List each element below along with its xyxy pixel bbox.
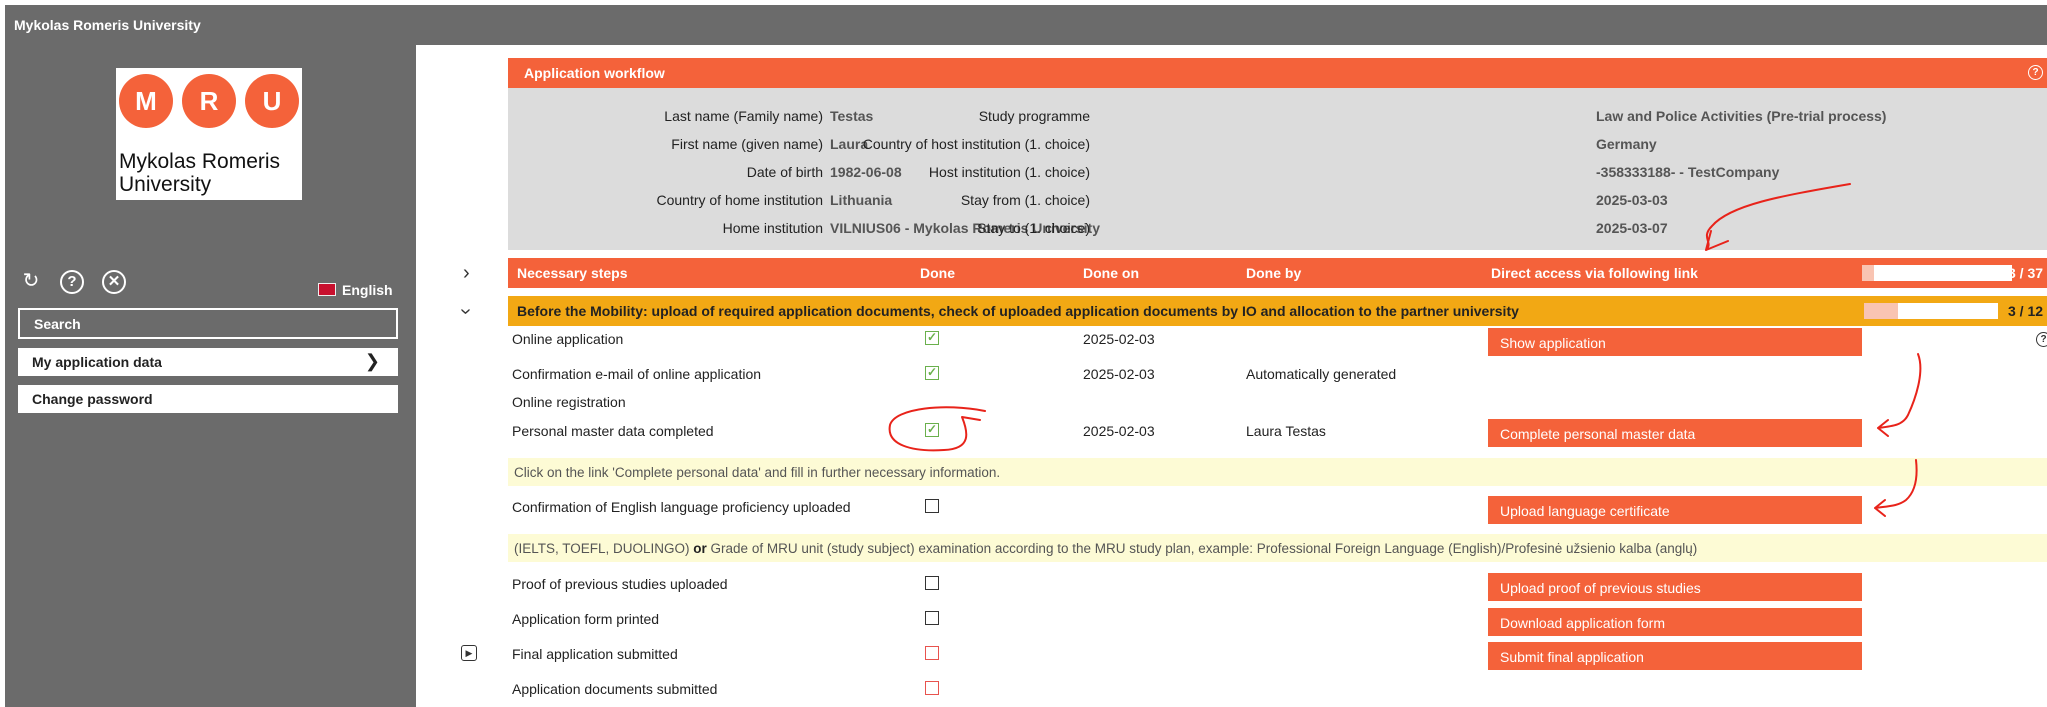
section-expand-chevron-icon[interactable]: › (454, 308, 477, 315)
first-name-label: First name (given name) (671, 136, 823, 152)
overall-progress-label: 3 / 37 (2008, 265, 2044, 281)
home-country-label: Country of home institution (656, 192, 823, 208)
step-english-proficiency: Confirmation of English language profici… (512, 499, 851, 515)
refresh-icon[interactable]: ↻ (20, 270, 42, 292)
done-on-date: 2025-02-03 (1083, 423, 1155, 439)
step-online-registration: Online registration (512, 394, 626, 410)
home-country-value: Lithuania (830, 192, 893, 208)
collapse-chevron-right-icon[interactable]: › (463, 262, 470, 285)
show-application-button[interactable]: Show application (1488, 328, 1862, 356)
complete-personal-master-data-button[interactable]: Complete personal master data (1488, 419, 1862, 447)
last-name-value: Testas (830, 108, 874, 124)
university-logo: M R U Mykolas Romeris University (116, 68, 302, 200)
study-programme-label: Study programme (978, 108, 1090, 124)
overall-progress-bar (1862, 265, 2012, 281)
logo-text: Mykolas Romeris University (119, 150, 281, 196)
note-language-requirements: (IELTS, TOEFL, DUOLINGO) or Grade of MRU… (508, 534, 2047, 562)
uk-flag-icon (318, 283, 336, 296)
steps-table-header: Necessary steps Done Done on Done by Dir… (508, 258, 2047, 288)
sidebar-search-button[interactable]: Search (18, 308, 398, 339)
done-by-value: Laura Testas (1246, 423, 1326, 439)
workflow-title: Application workflow (524, 65, 665, 81)
workflow-help-icon[interactable]: ? (2028, 65, 2043, 80)
host-institution-label: Host institution (1. choice) (928, 164, 1090, 180)
section-progress-label: 3 / 12 (2008, 303, 2044, 319)
logo-letter-r: R (182, 74, 236, 128)
chevron-right-icon: ❯ (364, 351, 380, 371)
step-confirmation-email: Confirmation e-mail of online applicatio… (512, 366, 762, 382)
stay-to-label: Stay to (1. choice) (977, 220, 1090, 236)
col-done-on: Done on (1083, 265, 1139, 281)
upload-proof-previous-studies-button[interactable]: Upload proof of previous studies (1488, 573, 1862, 601)
done-checkbox-checked: ✓ (925, 365, 939, 380)
section-progress-fill (1864, 303, 1898, 319)
step-online-application: Online application (512, 331, 624, 347)
section-before-mobility[interactable]: Before the Mobility: upload of required … (508, 296, 2047, 326)
done-checkbox-unchecked (925, 611, 939, 625)
col-done: Done (920, 265, 955, 281)
step-application-form-printed: Application form printed (512, 611, 660, 627)
stay-from-label: Stay from (1. choice) (960, 192, 1090, 208)
annotation-arrow-personal-data (1877, 353, 1922, 437)
applicant-info-panel: Last name (Family name) Testas First nam… (508, 88, 2047, 250)
col-direct-access: Direct access via following link (1491, 265, 1698, 281)
overall-progress-fill (1862, 265, 1874, 281)
step-proof-previous-studies: Proof of previous studies uploaded (512, 576, 728, 592)
workflow-header: Application workflow ? (508, 58, 2047, 88)
upload-language-certificate-button[interactable]: Upload language certificate (1488, 496, 1862, 524)
sidebar-item-change-password[interactable]: Change password (18, 385, 398, 413)
col-done-by: Done by (1246, 265, 1302, 281)
done-by-value: Automatically generated (1246, 366, 1397, 382)
help-icon[interactable]: ? (60, 270, 84, 294)
row-help-icon[interactable]: ? (2036, 332, 2047, 347)
sidebar-item-my-application-data[interactable]: My application data ❯ (18, 348, 398, 376)
done-checkbox-unchecked (925, 499, 939, 513)
done-on-date: 2025-02-03 (1083, 366, 1155, 382)
done-checkbox-pending (925, 681, 939, 695)
home-institution-label: Home institution (722, 220, 823, 236)
col-necessary-steps: Necessary steps (517, 265, 628, 281)
download-application-form-button[interactable]: Download application form (1488, 608, 1862, 636)
host-country-label: Country of host institution (1. choice) (862, 136, 1090, 152)
submit-final-application-button[interactable]: Submit final application (1488, 642, 1862, 670)
date-of-birth-label: Date of birth (746, 164, 823, 180)
done-checkbox-checked: ✓ (925, 422, 939, 437)
app-title: Mykolas Romeris University (14, 17, 201, 33)
top-bar: Mykolas Romeris University (5, 5, 2047, 45)
close-icon[interactable]: ✕ (102, 270, 126, 294)
done-checkbox-checked: ✓ (925, 330, 939, 345)
play-icon[interactable]: ▶ (461, 645, 477, 661)
language-selector[interactable]: English (318, 282, 393, 298)
done-checkbox-unchecked (925, 576, 939, 590)
step-final-application-submitted: Final application submitted (512, 646, 678, 662)
stay-from-value: 2025-03-03 (1596, 192, 1668, 208)
host-institution-value: -358333188- - TestCompany (1596, 164, 1780, 180)
logo-letter-u: U (245, 74, 299, 128)
note-personal-data: Click on the link 'Complete personal dat… (508, 458, 2047, 486)
host-country-value: Germany (1596, 136, 1657, 152)
section-title: Before the Mobility: upload of required … (517, 303, 1519, 319)
step-personal-master-data: Personal master data completed (512, 423, 714, 439)
step-application-documents-submitted: Application documents submitted (512, 681, 718, 697)
last-name-label: Last name (Family name) (664, 108, 823, 124)
stay-to-value: 2025-03-07 (1596, 220, 1668, 236)
section-progress-bar (1864, 303, 1998, 319)
date-of-birth-value: 1982-06-08 (830, 164, 902, 180)
study-programme-value: Law and Police Activities (Pre-trial pro… (1596, 108, 1887, 124)
done-on-date: 2025-02-03 (1083, 331, 1155, 347)
done-checkbox-pending (925, 646, 939, 660)
logo-letter-m: M (119, 74, 173, 128)
